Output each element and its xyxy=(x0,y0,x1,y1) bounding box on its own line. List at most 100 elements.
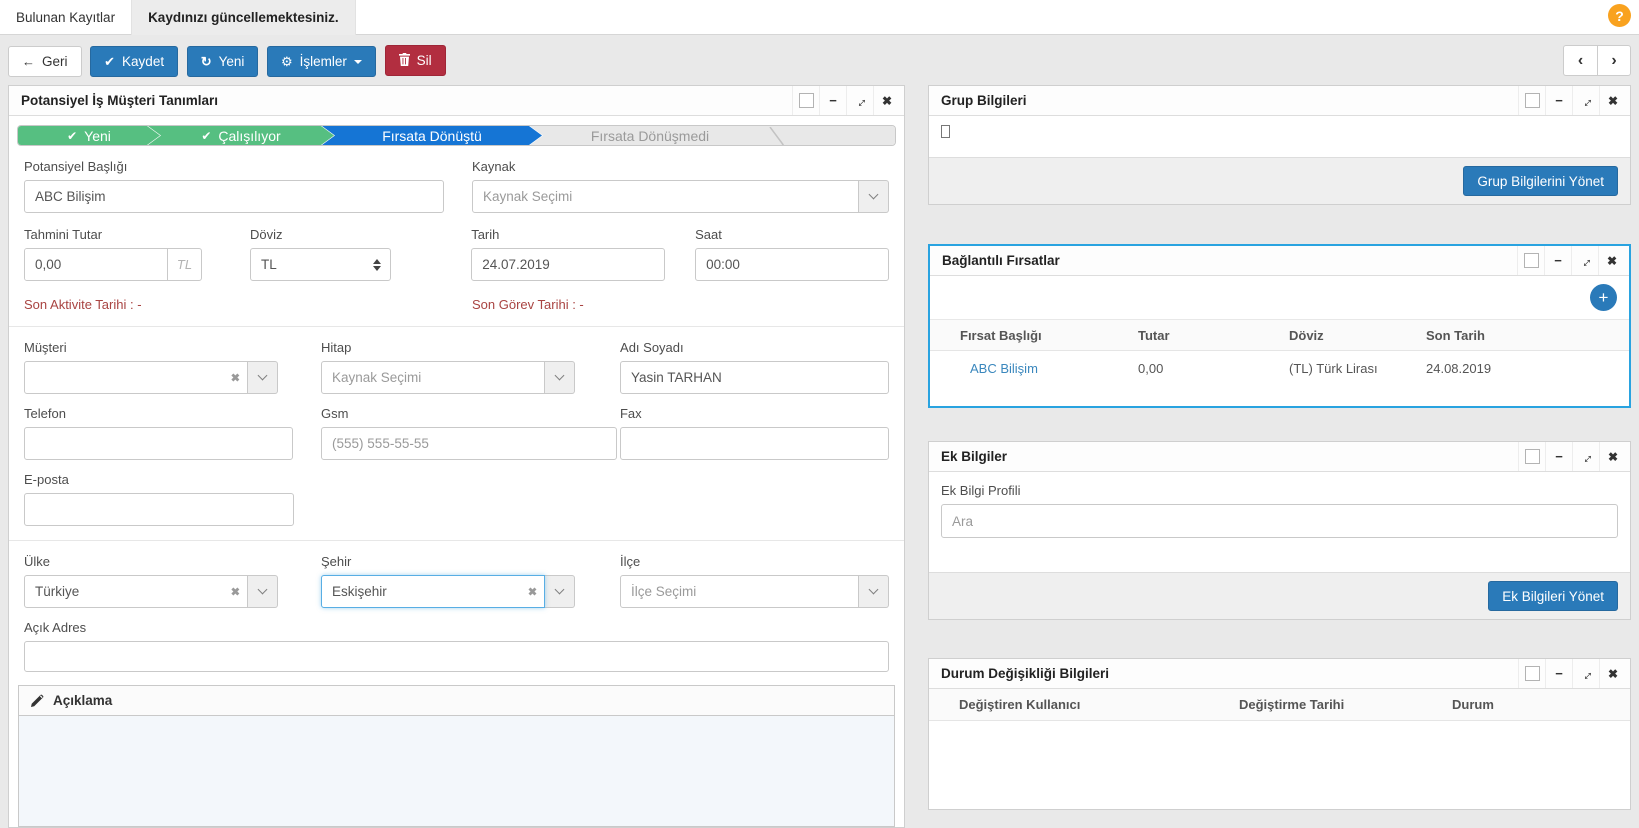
checkbox-square-icon xyxy=(1524,253,1539,268)
check-icon: ✔ xyxy=(104,54,115,70)
step-check-icon: ✔ xyxy=(201,129,211,143)
kaynak-dropdown-button[interactable] xyxy=(859,180,889,213)
kaynak-input[interactable] xyxy=(472,180,859,213)
kaynak-select[interactable] xyxy=(472,180,889,213)
save-button[interactable]: ✔ Kaydet xyxy=(90,46,178,77)
status-table-empty-body xyxy=(929,721,1630,809)
hitap-input[interactable] xyxy=(321,361,545,394)
tab-updating-record[interactable]: Kaydınızı güncellemektesiniz. xyxy=(132,0,356,35)
group-panel-body xyxy=(929,116,1630,141)
actions-button[interactable]: ⚙ İşlemler xyxy=(267,46,376,77)
sehir-dropdown-button[interactable] xyxy=(545,575,575,608)
close-icon[interactable]: ✖ xyxy=(1599,659,1626,688)
potansiyel-basligi-label: Potansiyel Başlığı xyxy=(24,159,444,174)
extra-info-panel: Ek Bilgiler − ↔ ✖ Ek Bilgi Profili Ek Bi… xyxy=(928,441,1631,620)
panel-select-checkbox[interactable] xyxy=(1517,246,1544,275)
close-icon[interactable]: ✖ xyxy=(1599,442,1626,471)
potansiyel-basligi-input[interactable] xyxy=(24,180,444,213)
lead-panel-title: Potansiyel İş Müşteri Tanımları xyxy=(21,93,218,108)
opportunity-currency: (TL) Türk Lirası xyxy=(1289,361,1426,376)
clear-icon[interactable]: ✖ xyxy=(231,371,240,384)
back-button[interactable]: ← Geri xyxy=(8,46,82,77)
minimize-icon[interactable]: − xyxy=(819,86,846,115)
expand-icon[interactable]: ↔ xyxy=(1572,659,1599,688)
ilce-input[interactable] xyxy=(620,575,859,608)
step-yeni[interactable]: ✔ Yeni xyxy=(18,126,160,145)
sehir-input[interactable] xyxy=(321,575,545,608)
minimize-icon[interactable]: − xyxy=(1544,246,1571,275)
help-icon[interactable]: ? xyxy=(1608,4,1631,27)
new-button[interactable]: ↻ Yeni xyxy=(187,46,259,77)
linked-opportunities-panel: Bağlantılı Fırsatlar − ↔ ✖ + Fırsat Başl… xyxy=(928,244,1631,408)
ulke-combobox[interactable]: ✖ xyxy=(24,575,278,608)
profile-search-input[interactable] xyxy=(941,504,1618,538)
chevron-down-icon xyxy=(555,585,565,595)
kaynak-label: Kaynak xyxy=(472,159,889,174)
section-divider xyxy=(9,326,904,327)
expand-icon[interactable]: ↔ xyxy=(1572,442,1599,471)
doviz-select[interactable]: TL xyxy=(250,248,391,281)
column-header: Değiştirme Tarihi xyxy=(1239,697,1452,712)
lead-form: Potansiyel Başlığı Kaynak Tahmini Tutar … xyxy=(9,146,904,827)
ilce-select[interactable] xyxy=(620,575,889,608)
opportunity-link[interactable]: ABC Bilişim xyxy=(970,361,1038,376)
clear-icon[interactable]: ✖ xyxy=(231,585,240,598)
gsm-input[interactable] xyxy=(321,427,617,460)
checkbox-square-icon xyxy=(799,93,814,108)
manage-extra-info-button[interactable]: Ek Bilgileri Yönet xyxy=(1488,581,1618,611)
musteri-combobox[interactable]: ✖ xyxy=(24,361,278,394)
delete-button[interactable]: Sil xyxy=(385,45,446,76)
prev-record-button[interactable]: ‹ xyxy=(1563,45,1597,76)
lead-panel-header: Potansiyel İş Müşteri Tanımları − ↔ ✖ xyxy=(9,86,904,116)
ulke-input[interactable] xyxy=(24,575,248,608)
tarih-input[interactable] xyxy=(471,248,665,281)
tahmini-tutar-field: TL xyxy=(24,248,202,281)
musteri-dropdown-button[interactable] xyxy=(248,361,278,394)
expand-icon[interactable]: ↔ xyxy=(1571,246,1598,275)
minimize-icon[interactable]: − xyxy=(1545,442,1572,471)
checkbox-square-icon xyxy=(1525,93,1540,108)
chevron-down-icon xyxy=(258,585,268,595)
minimize-icon[interactable]: − xyxy=(1545,659,1572,688)
clear-icon[interactable]: ✖ xyxy=(528,585,537,598)
panel-select-checkbox[interactable] xyxy=(1518,659,1545,688)
ilce-dropdown-button[interactable] xyxy=(859,575,889,608)
step-label: Çalışılıyor xyxy=(218,128,280,144)
step-firsata-donustu[interactable]: Fırsata Dönüştü xyxy=(322,126,542,145)
sehir-combobox[interactable]: ✖ xyxy=(321,575,575,608)
son-gorev-text: Son Görev Tarihi : - xyxy=(472,297,584,312)
add-opportunity-button[interactable]: + xyxy=(1590,284,1617,311)
next-record-button[interactable]: › xyxy=(1597,45,1631,76)
expand-icon[interactable]: ↔ xyxy=(846,86,873,115)
arrow-left-icon: ← xyxy=(22,54,35,69)
opportunities-panel-header: Bağlantılı Fırsatlar − ↔ ✖ xyxy=(930,246,1629,276)
opportunity-row[interactable]: ABC Bilişim 0,00 (TL) Türk Lirası 24.08.… xyxy=(930,351,1629,385)
close-icon[interactable]: ✖ xyxy=(1598,246,1625,275)
tahmini-tutar-input[interactable] xyxy=(25,249,167,280)
panel-select-checkbox[interactable] xyxy=(1518,442,1545,471)
aciklama-textarea[interactable] xyxy=(19,716,894,826)
saat-input[interactable] xyxy=(695,248,889,281)
panel-select-checkbox[interactable] xyxy=(1518,86,1545,115)
tab-found-records[interactable]: Bulunan Kayıtlar xyxy=(0,0,132,35)
close-icon[interactable]: ✖ xyxy=(1599,86,1626,115)
musteri-input[interactable] xyxy=(24,361,248,394)
eposta-input[interactable] xyxy=(24,493,294,526)
hitap-select[interactable] xyxy=(321,361,575,394)
pencil-icon xyxy=(31,694,44,707)
step-calisiliyor[interactable]: ✔ Çalışılıyor xyxy=(148,126,334,145)
panel-select-checkbox[interactable] xyxy=(792,86,819,115)
manage-groups-button[interactable]: Grup Bilgilerini Yönet xyxy=(1463,166,1618,196)
step-firsata-donusmedi[interactable]: Fırsata Dönüşmedi xyxy=(530,126,770,145)
hitap-dropdown-button[interactable] xyxy=(545,361,575,394)
telefon-input[interactable] xyxy=(24,427,293,460)
adi-soyadi-input[interactable] xyxy=(620,361,889,394)
status-panel-title: Durum Değişikliği Bilgileri xyxy=(941,666,1109,681)
expand-icon[interactable]: ↔ xyxy=(1572,86,1599,115)
acik-adres-input[interactable] xyxy=(24,641,889,672)
minimize-icon[interactable]: − xyxy=(1545,86,1572,115)
tarih-label: Tarih xyxy=(471,227,665,242)
fax-input[interactable] xyxy=(620,427,889,460)
close-icon[interactable]: ✖ xyxy=(873,86,900,115)
ulke-dropdown-button[interactable] xyxy=(248,575,278,608)
